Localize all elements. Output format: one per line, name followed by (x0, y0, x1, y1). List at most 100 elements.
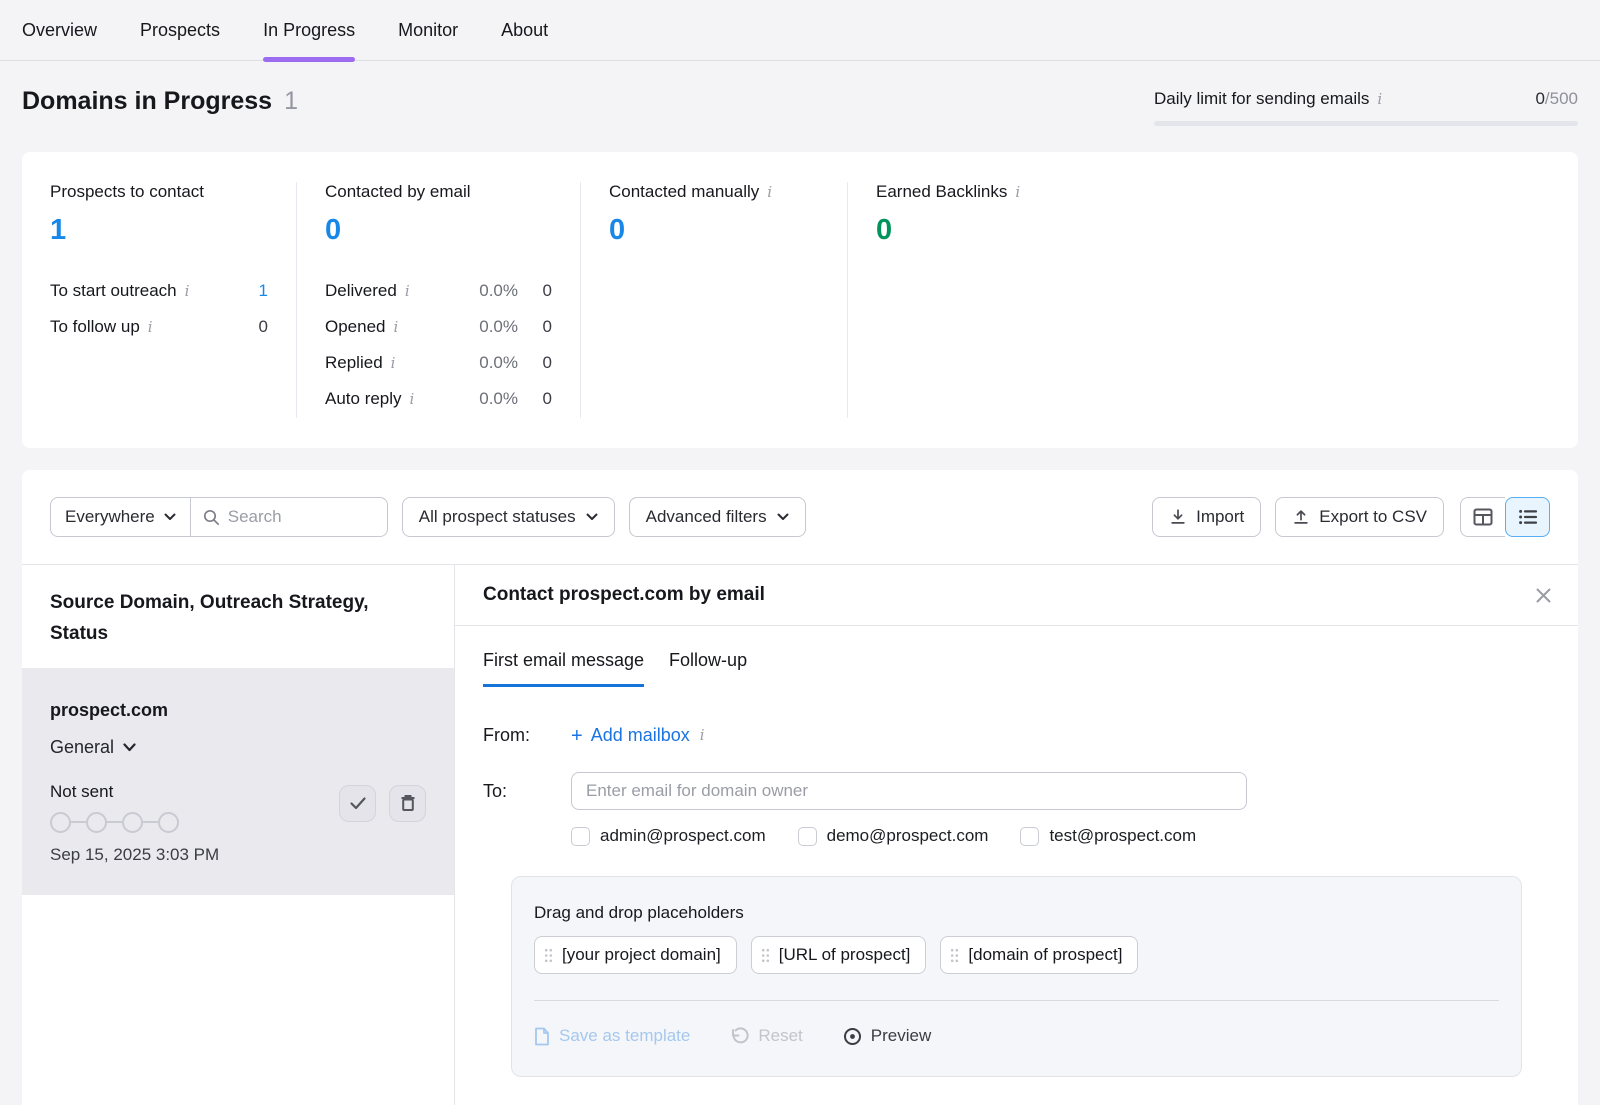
list-view-icon (1518, 508, 1538, 526)
stat-row-auto-reply: Auto replyi 0.0% 0 (325, 389, 552, 409)
stat-contacted-manually: Contacted manually i 0 (580, 182, 847, 418)
checkbox[interactable] (798, 827, 817, 846)
mark-done-button[interactable] (339, 785, 376, 822)
import-button[interactable]: Import (1152, 497, 1261, 537)
info-icon[interactable]: i (404, 284, 411, 299)
prospect-status-dropdown[interactable]: All prospect statuses (402, 497, 615, 537)
drag-handle-icon (950, 948, 959, 963)
suggested-email-admin[interactable]: admin@prospect.com (571, 826, 766, 846)
info-icon[interactable]: i (393, 320, 400, 335)
daily-limit-count: 0/500 (1535, 89, 1578, 109)
divider (534, 1000, 1499, 1001)
add-mailbox-link[interactable]: + Add mailbox (571, 725, 690, 746)
stat-row-to-start-outreach: To start outreachi 1 (50, 281, 268, 301)
from-label: From: (483, 725, 571, 746)
step-dot (50, 812, 71, 833)
tab-in-progress[interactable]: In Progress (263, 0, 355, 61)
info-icon[interactable]: i (147, 320, 154, 335)
main-card: Everywhere All prospect statuses Advance… (22, 470, 1578, 1105)
undo-icon (730, 1027, 749, 1045)
stat-title: Contacted by email (325, 182, 552, 202)
chip-domain-of-prospect[interactable]: [domain of prospect] (940, 936, 1138, 974)
tab-follow-up[interactable]: Follow-up (669, 650, 747, 687)
stat-value: 0 (876, 214, 1550, 247)
suggested-email-test[interactable]: test@prospect.com (1020, 826, 1196, 846)
step-connector (143, 821, 158, 823)
search-icon (203, 509, 220, 526)
email-form: From: + Add mailbox i To: admin@prospect… (455, 687, 1578, 1077)
preview-button[interactable]: Preview (843, 1026, 931, 1046)
info-icon[interactable]: i (1014, 185, 1021, 200)
domain-name: prospect.com (50, 700, 426, 721)
chip-your-project-domain[interactable]: [your project domain] (534, 936, 737, 974)
stat-row-replied: Repliedi 0.0% 0 (325, 353, 552, 373)
stat-prospects-to-contact: Prospects to contact 1 To start outreach… (22, 182, 296, 418)
stat-value: 0 (609, 214, 819, 247)
domain-row-prospect[interactable]: prospect.com General Not sent Sep 15, 20… (22, 668, 454, 895)
tab-about[interactable]: About (501, 0, 548, 61)
chevron-down-icon (777, 513, 789, 521)
top-nav: Overview Prospects In Progress Monitor A… (0, 0, 1600, 61)
table-view-button[interactable] (1460, 497, 1505, 537)
tab-monitor[interactable]: Monitor (398, 0, 458, 61)
info-icon[interactable]: i (390, 356, 397, 371)
info-icon[interactable]: i (766, 185, 773, 200)
step-connector (107, 821, 122, 823)
plus-icon: + (571, 726, 583, 746)
step-connector (71, 821, 86, 823)
placeholders-box: Drag and drop placeholders [your project… (511, 876, 1522, 1077)
strategy-dropdown[interactable]: General (50, 737, 136, 758)
checkbox[interactable] (1020, 827, 1039, 846)
tab-overview[interactable]: Overview (22, 0, 97, 61)
reset-button[interactable]: Reset (730, 1026, 802, 1046)
chevron-down-icon (123, 743, 136, 752)
stat-row-value[interactable]: 1 (234, 281, 268, 301)
placeholders-label: Drag and drop placeholders (534, 903, 1499, 923)
daily-limit: Daily limit for sending emails i 0/500 (1154, 87, 1578, 126)
save-as-template-button[interactable]: Save as template (534, 1026, 690, 1046)
checkbox[interactable] (571, 827, 590, 846)
info-icon[interactable]: i (1376, 92, 1383, 107)
email-tabs: First email message Follow-up (455, 626, 1578, 687)
delete-button[interactable] (389, 785, 426, 822)
to-email-input[interactable] (571, 772, 1247, 810)
stat-row-opened: Openedi 0.0% 0 (325, 317, 552, 337)
import-icon (1169, 508, 1187, 526)
info-icon[interactable]: i (184, 284, 191, 299)
trash-icon (400, 794, 416, 812)
row-timestamp: Sep 15, 2025 3:03 PM (50, 845, 426, 865)
stat-row-delivered: Deliveredi 0.0% 0 (325, 281, 552, 301)
page-title-text: Domains in Progress (22, 87, 272, 115)
stat-row-value: 0 (234, 317, 268, 337)
daily-limit-label: Daily limit for sending emails i (1154, 89, 1383, 109)
step-dot (158, 812, 179, 833)
search-scope-dropdown[interactable]: Everywhere (51, 498, 190, 536)
search-box (191, 507, 387, 527)
page-title-count: 1 (284, 87, 298, 115)
step-dot (86, 812, 107, 833)
suggested-email-demo[interactable]: demo@prospect.com (798, 826, 989, 846)
domain-list-pane: Source Domain, Outreach Strategy, Status… (22, 565, 455, 1105)
tab-prospects[interactable]: Prospects (140, 0, 220, 61)
search-input[interactable] (228, 507, 358, 527)
list-column-header: Source Domain, Outreach Strategy, Status (22, 565, 454, 668)
stat-value: 0 (325, 214, 552, 247)
tab-first-email-message[interactable]: First email message (483, 650, 644, 687)
close-icon[interactable] (1535, 587, 1552, 604)
list-view-button[interactable] (1505, 497, 1550, 537)
advanced-filters-dropdown[interactable]: Advanced filters (629, 497, 806, 537)
view-toggle (1460, 497, 1550, 537)
stat-value: 1 (50, 214, 268, 247)
stats-card: Prospects to contact 1 To start outreach… (22, 152, 1578, 448)
export-icon (1292, 508, 1310, 526)
page-title: Domains in Progress 1 (22, 87, 298, 116)
stat-row-to-follow-up: To follow upi 0 (50, 317, 268, 337)
info-icon[interactable]: i (409, 392, 416, 407)
export-to-csv-button[interactable]: Export to CSV (1275, 497, 1444, 537)
chip-url-of-prospect[interactable]: [URL of prospect] (751, 936, 927, 974)
document-icon (534, 1027, 550, 1046)
from-row: From: + Add mailbox i (483, 725, 1550, 746)
drag-handle-icon (761, 948, 770, 963)
info-icon[interactable]: i (699, 728, 706, 743)
drag-handle-icon (544, 948, 553, 963)
